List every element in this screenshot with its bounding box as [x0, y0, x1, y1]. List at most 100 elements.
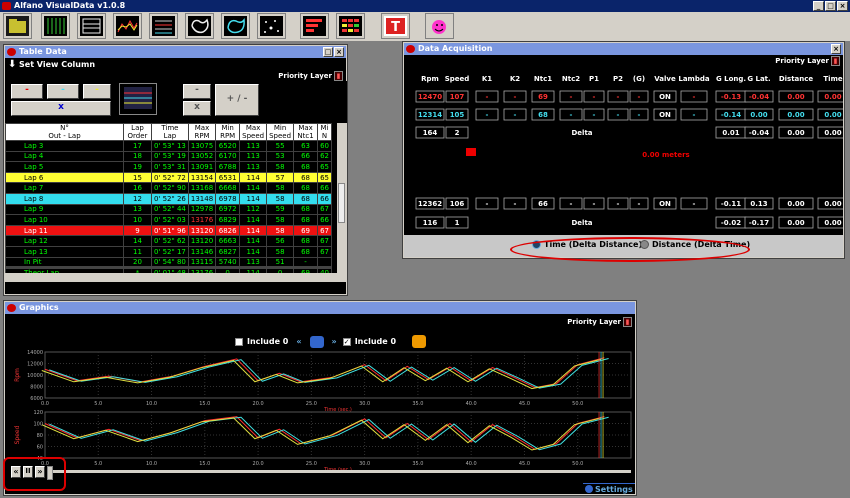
priority-row: Priority Layer ▮	[5, 71, 346, 81]
table-cell: 13168	[187, 182, 217, 194]
da-value: 12314	[418, 111, 442, 119]
set-view-column-bar[interactable]: ⬇ Set View Column	[5, 58, 346, 72]
table-cell: 13115	[187, 256, 217, 269]
column-header[interactable]: Mi N	[317, 123, 332, 141]
maximize-button[interactable]: □	[825, 1, 836, 11]
face-icon[interactable]	[425, 13, 454, 39]
data-acquisition-window: Data Acquisition × Priority Layer ▮ Rpm S…	[402, 41, 845, 259]
delta-t-icon[interactable]: T	[381, 13, 410, 39]
include0-left-checkbox[interactable]	[235, 337, 243, 346]
column-header-text: RPM	[194, 132, 210, 140]
x-tick-label: 45.0	[519, 401, 530, 407]
table-cell: 6663	[215, 235, 241, 247]
nav-right-button[interactable]: »	[332, 337, 337, 346]
gray-x-button[interactable]: x	[183, 101, 211, 116]
da-column-header: Speed	[445, 75, 470, 83]
table-icon[interactable]	[77, 13, 106, 39]
y-axis-label: Rpm	[14, 368, 21, 382]
column-header[interactable]: Min RPM	[215, 123, 241, 141]
table-cell: Lap 12	[5, 235, 124, 247]
minimize-button[interactable]: _	[813, 1, 824, 11]
timeline-slider[interactable]	[49, 470, 631, 473]
table-cell: 0' 52" 17	[151, 245, 189, 258]
table-cell: 6531	[215, 171, 241, 184]
column-header[interactable]: Max Speed	[239, 123, 268, 141]
table-row[interactable]: Lap 9 13 0' 52" 44 12978 6972 112 59 68 67	[5, 203, 332, 216]
da-value: 12362	[418, 200, 442, 208]
delta-glong: -0.02	[721, 219, 741, 227]
data-grid-icon[interactable]	[41, 13, 70, 39]
da-value: 68	[538, 111, 548, 119]
y-tick-label: 12000	[27, 362, 43, 368]
table-row[interactable]: Lap 7 16 0' 52" 90 13168 6668 114 58 68 66	[5, 182, 332, 194]
y-tick-label: 6000	[30, 396, 43, 402]
clear-layers-button[interactable]: x	[11, 101, 111, 116]
red-layer-button[interactable]: -	[11, 84, 43, 99]
column-header[interactable]: Lap Order	[123, 123, 152, 141]
track-compare-icon[interactable]	[221, 13, 250, 39]
table-row[interactable]: Lap 13 11 0' 52" 17 13146 6827 114 58 68 67	[5, 245, 332, 258]
priority-layer-icon[interactable]: ▮	[334, 71, 343, 81]
restore-button[interactable]: □	[323, 47, 333, 57]
folder-icon[interactable]	[3, 13, 32, 39]
priority-layer-label: Priority Layer	[567, 318, 621, 326]
table-cell: 0' 53" 13	[151, 140, 189, 152]
table-row[interactable]: Lap 11 9 0' 51" 96 13120 6826 114 58 69 67	[5, 224, 332, 237]
grid-icon[interactable]	[336, 13, 365, 39]
table-row[interactable]: In Pit 20 0' 54" 80 13115 5740 113 51-	[5, 256, 332, 269]
column-header[interactable]: Max RPM	[187, 123, 217, 141]
table-cell: Lap 11	[5, 224, 124, 237]
close-button[interactable]: ×	[837, 1, 848, 11]
plus-minus-button[interactable]: + / -	[215, 84, 259, 116]
close-button[interactable]: ×	[334, 47, 344, 57]
down-arrow-icon: ⬇	[8, 59, 17, 70]
vertical-scrollbar[interactable]	[337, 123, 346, 273]
table-cell: 114	[239, 171, 268, 184]
table-cell: 6520	[215, 140, 241, 152]
yellow-layer-button[interactable]: -	[83, 84, 111, 99]
table-cell: 58	[266, 182, 295, 194]
table-cell: 56	[266, 235, 295, 247]
horizontal-scrollbar[interactable]	[5, 273, 347, 282]
pointer-tool-icon[interactable]	[412, 335, 427, 348]
delta-time: 0.00	[824, 129, 841, 137]
x-tick-label: 10.0	[146, 461, 157, 467]
zoom-reset-icon[interactable]	[309, 335, 324, 348]
bar-chart-icon[interactable]	[300, 13, 329, 39]
cyan-layer-button[interactable]: -	[47, 84, 79, 99]
priority-layer-icon[interactable]: ▮	[831, 56, 840, 66]
delta-label: Delta	[571, 219, 592, 227]
x-tick-label: 20.0	[253, 461, 264, 467]
table-data-title: Table Data	[19, 47, 67, 56]
include0-right-checkbox[interactable]: ✓	[342, 337, 351, 346]
column-header-text: Time	[161, 124, 179, 132]
close-button[interactable]: ×	[831, 44, 841, 54]
table-row[interactable]: Lap 3 17 0' 53" 13 13075 6520 113 55 63 60	[5, 140, 332, 152]
table-cell: 68	[293, 192, 319, 205]
data-acquisition-panel: Rpm Speed K1 K2 Ntc1 Ntc2 P1 P2 (G) Valve Lambda G …	[415, 75, 843, 250]
settings-gear-icon	[585, 485, 593, 493]
column-header-text: Speed	[242, 132, 265, 140]
gray-minus-button[interactable]: -	[183, 84, 211, 99]
table-row[interactable]: Lap 12 14 0' 52" 62 13120 6663 114 56 68 67	[5, 235, 332, 247]
table-row[interactable]: Lap 5 19 0' 53" 31 13091 6788 113 58 68 65	[5, 161, 332, 173]
column-header[interactable]: N° Out - Lap	[5, 123, 124, 141]
scroll-thumb[interactable]	[338, 183, 345, 223]
priority-layer-icon[interactable]: ▮	[623, 317, 632, 327]
settings-button[interactable]: Settings	[583, 483, 635, 494]
da-value: 0.00	[824, 200, 841, 208]
table-row[interactable]: Lap 8 12 0' 52" 26 13148 6978 114 58 68 66	[5, 192, 332, 205]
nav-left-button[interactable]: «	[296, 337, 301, 346]
table-row[interactable]: Lap 10 10 0' 52" 03 13176 6829 114 58 68 66	[5, 214, 332, 226]
list-icon[interactable]	[149, 13, 178, 39]
graph-icon[interactable]	[113, 13, 142, 39]
track-map-icon[interactable]	[185, 13, 214, 39]
layer-grid-button[interactable]	[119, 83, 157, 115]
column-header[interactable]: Min Speed	[266, 123, 295, 141]
column-header[interactable]: Time Lap	[151, 123, 189, 141]
table-row[interactable]: Lap 6 15 0' 52" 72 13154 6531 114 57 68 65	[5, 171, 332, 184]
table-cell: 0' 52" 44	[151, 203, 189, 216]
table-row[interactable]: Lap 4 18 0' 53" 19 13052 6170 113 53 66 62	[5, 150, 332, 163]
column-header[interactable]: Max Ntc1	[293, 123, 319, 141]
stars-icon[interactable]	[257, 13, 286, 39]
